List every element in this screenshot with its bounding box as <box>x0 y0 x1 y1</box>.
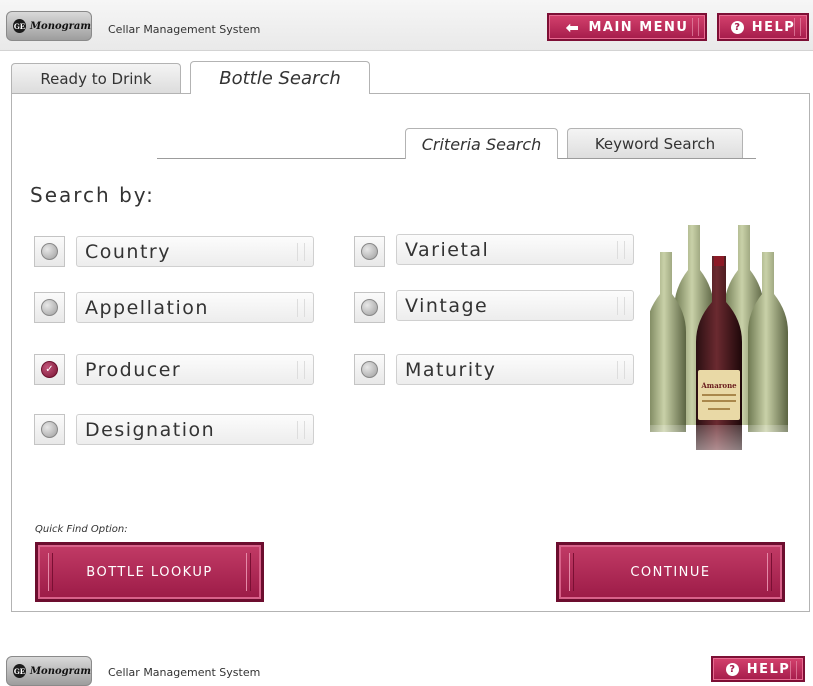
footer-help-button[interactable]: ? HELP <box>711 656 805 682</box>
grip-icon <box>297 421 305 439</box>
app-title: Cellar Management System <box>108 23 261 36</box>
tab-label: Ready to Drink <box>40 70 152 88</box>
grip-icon <box>617 241 625 259</box>
option-label: Appellation <box>85 296 209 319</box>
help-icon: ? <box>730 20 744 34</box>
search-by-heading: Search by: <box>30 183 155 207</box>
grip-icon <box>794 18 801 36</box>
radio-dot-icon <box>41 421 58 438</box>
main-menu-button[interactable]: ⬅ MAIN MENU <box>547 13 707 41</box>
help-label: HELP <box>751 19 796 35</box>
option-varietal[interactable]: Varietal <box>396 234 634 265</box>
bottle-lookup-label: BOTTLE LOOKUP <box>86 564 213 580</box>
main-menu-label: MAIN MENU <box>588 19 689 35</box>
option-label: Varietal <box>405 238 490 261</box>
tab-bottle-search[interactable]: Bottle Search <box>190 61 370 94</box>
bottle-label-text: Amarone <box>700 381 737 390</box>
ge-logo-icon: GE <box>13 664 26 678</box>
bottle-lookup-button[interactable]: BOTTLE LOOKUP <box>35 542 264 602</box>
radio-dot-icon <box>41 299 58 316</box>
subtab-label: Keyword Search <box>594 134 716 153</box>
radio-dot-icon <box>41 243 58 260</box>
radio-maturity[interactable] <box>354 354 385 385</box>
option-designation[interactable]: Designation <box>76 414 314 445</box>
radio-dot-icon <box>361 361 378 378</box>
option-label: Producer <box>85 358 182 381</box>
tab-keyword-search[interactable]: Keyword Search <box>567 128 743 158</box>
grip-icon <box>767 553 772 591</box>
checkmark-icon: ✓ <box>41 361 58 378</box>
radio-vintage[interactable] <box>354 292 385 323</box>
grip-icon <box>246 553 251 591</box>
grip-icon <box>790 661 797 679</box>
option-label: Maturity <box>405 358 497 381</box>
wine-bottles-image: Amarone <box>650 225 800 500</box>
tab-label: Bottle Search <box>219 67 341 89</box>
radio-varietal[interactable] <box>354 236 385 267</box>
help-button[interactable]: ? HELP <box>717 13 809 41</box>
footer-monogram-logo: GE Monogram <box>6 656 92 686</box>
grip-icon <box>297 361 305 379</box>
option-label: Vintage <box>405 294 489 317</box>
option-label: Country <box>85 240 171 263</box>
monogram-logo: GE Monogram <box>6 11 92 41</box>
grip-icon <box>617 361 625 379</box>
radio-dot-icon <box>361 243 378 260</box>
radio-designation[interactable] <box>34 414 65 445</box>
subtab-label: Criteria Search <box>421 134 542 154</box>
option-country[interactable]: Country <box>76 236 314 267</box>
footer-app-title: Cellar Management System <box>108 666 261 679</box>
ge-logo-icon: GE <box>13 19 26 33</box>
brand-text: Monogram <box>29 20 91 32</box>
option-appellation[interactable]: Appellation <box>76 292 314 323</box>
quick-find-label: Quick Find Option: <box>35 524 128 535</box>
footer-brand-text: Monogram <box>29 665 91 677</box>
option-maturity[interactable]: Maturity <box>396 354 634 385</box>
arrow-left-icon: ⬅ <box>565 17 581 37</box>
grip-icon <box>297 243 305 261</box>
option-vintage[interactable]: Vintage <box>396 290 634 321</box>
radio-dot-icon <box>361 299 378 316</box>
option-producer[interactable]: Producer <box>76 354 314 385</box>
grip-icon <box>297 299 305 317</box>
continue-button[interactable]: CONTINUE <box>556 542 785 602</box>
help-label: HELP <box>746 661 791 677</box>
continue-label: CONTINUE <box>630 564 711 580</box>
grip-icon <box>617 297 625 315</box>
radio-producer[interactable]: ✓ <box>34 354 65 385</box>
grip-icon <box>48 553 53 591</box>
grip-icon <box>569 553 574 591</box>
tab-criteria-search[interactable]: Criteria Search <box>405 128 558 159</box>
radio-appellation[interactable] <box>34 292 65 323</box>
tab-ready-to-drink[interactable]: Ready to Drink <box>11 63 181 94</box>
option-label: Designation <box>85 418 216 441</box>
radio-country[interactable] <box>34 236 65 267</box>
grip-icon <box>692 18 699 36</box>
help-icon: ? <box>725 662 739 676</box>
